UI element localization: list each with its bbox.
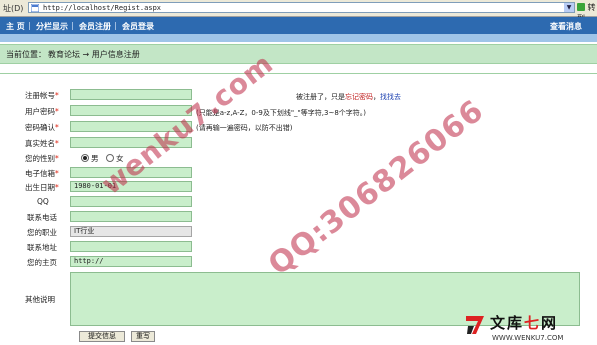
label-email: 电子信箱*	[25, 169, 59, 178]
nav-divider-strip	[0, 34, 597, 42]
required-mark: *	[55, 123, 59, 132]
go-arrow-icon	[577, 3, 585, 11]
nav-view-messages[interactable]: 查看消息	[550, 21, 582, 32]
address-field[interactable]: http://localhost/Regist.aspx ▼	[28, 2, 575, 13]
label-homepage: 您的主页	[27, 258, 57, 267]
brand-name: 文库七网	[490, 314, 559, 332]
label-birthdate: 出生日期*	[25, 183, 59, 192]
required-mark: *	[55, 107, 59, 116]
address-label: 址(D)	[3, 4, 24, 13]
nav-item-home[interactable]: 主 页	[6, 21, 25, 32]
nav-item-register[interactable]: 会员注册	[79, 21, 111, 32]
site-nav: 主 页 | 分栏显示 | 会员注册 | 会员登录 查看消息	[0, 17, 597, 34]
find-it-link[interactable]: 找找去	[380, 93, 401, 101]
location-bar: 当前位置： 教育论坛 → 用户信息注册	[0, 44, 597, 64]
label-password: 用户密码*	[25, 107, 59, 116]
username-hint: 被注册了，只是忘记密码，找找去	[296, 93, 401, 101]
nav-separator: |	[28, 21, 31, 30]
nav-item-board-view[interactable]: 分栏显示	[36, 21, 68, 32]
label-address: 联系地址	[27, 243, 57, 252]
username-input[interactable]	[70, 89, 192, 100]
reset-button[interactable]: 重写	[131, 331, 155, 342]
nav-separator: |	[71, 21, 74, 30]
wenku-logo-mark-icon	[466, 316, 484, 334]
location-label: 当前位置：	[6, 50, 46, 59]
gender-male-option[interactable]: 男	[81, 153, 99, 164]
address-url[interactable]: http://localhost/Regist.aspx	[43, 3, 161, 13]
ie-page-icon	[31, 4, 39, 12]
address-input[interactable]	[70, 241, 192, 252]
form-top-rule	[0, 73, 597, 74]
homepage-input[interactable]: http://	[70, 256, 192, 267]
label-phone: 联系电话	[27, 213, 57, 222]
label-real-name: 真实姓名*	[25, 139, 59, 148]
label-password-confirm: 密码确认*	[25, 123, 59, 132]
address-bar: 址(D) http://localhost/Regist.aspx ▼ 转到	[0, 0, 597, 23]
label-remarks: 其他说明	[25, 295, 55, 304]
radio-male[interactable]	[81, 154, 89, 162]
label-qq: QQ	[37, 197, 49, 206]
phone-input[interactable]	[70, 211, 192, 222]
occupation-select[interactable]: IT行业	[70, 226, 192, 237]
label-occupation: 您的职业	[27, 228, 57, 237]
brand-url: WWW.WENKU7.COM	[492, 334, 564, 342]
label-username: 注册帐号*	[25, 91, 59, 100]
required-mark: *	[55, 169, 59, 178]
required-mark: *	[55, 183, 59, 192]
required-mark: *	[55, 154, 59, 163]
qq-input[interactable]	[70, 196, 192, 207]
watermark-qq: QQ:306826066	[262, 93, 491, 283]
forgot-password-link[interactable]: 忘记密码	[345, 93, 373, 101]
required-mark: *	[55, 139, 59, 148]
label-gender: 您的性别*	[25, 154, 59, 163]
required-mark: *	[55, 91, 59, 100]
nav-separator: |	[114, 21, 117, 30]
brand-logo: 文库七网 WWW.WENKU7.COM	[462, 312, 597, 345]
submit-button[interactable]: 提交信息	[79, 331, 125, 342]
nav-item-login[interactable]: 会员登录	[122, 21, 154, 32]
address-dropdown-icon[interactable]: ▼	[564, 3, 574, 12]
location-path: 教育论坛 → 用户信息注册	[48, 50, 140, 59]
